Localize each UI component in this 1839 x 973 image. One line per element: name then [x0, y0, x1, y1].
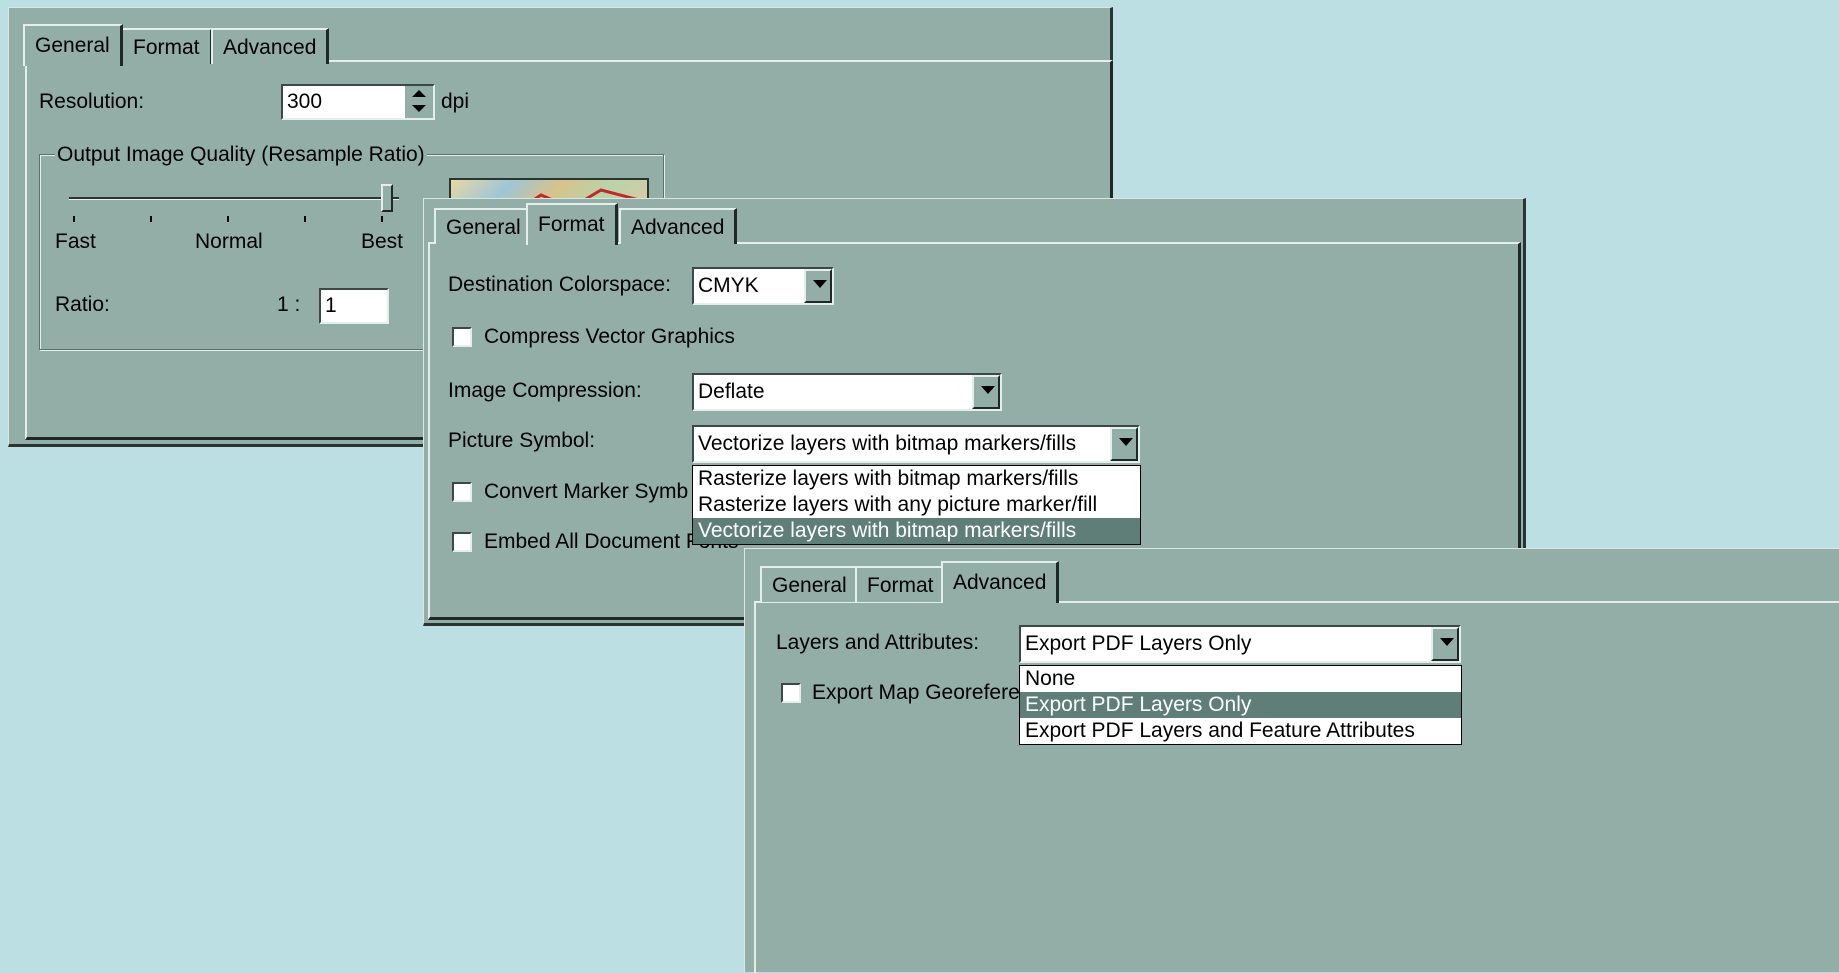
picture-symbol-value: Vectorize layers with bitmap markers/fil…: [698, 432, 1077, 455]
tab-advanced[interactable]: Advanced: [211, 28, 330, 64]
colorspace-label: Destination Colorspace:: [448, 273, 671, 296]
colorspace-select[interactable]: CMYK: [692, 267, 834, 305]
layers-attributes-label: Layers and Attributes:: [776, 631, 980, 654]
slider-tick: [227, 216, 229, 222]
image-compression-value: Deflate: [698, 380, 765, 403]
slider-label-best: Best: [361, 230, 404, 253]
resolution-spinner[interactable]: [405, 86, 433, 118]
picture-symbol-select[interactable]: Vectorize layers with bitmap markers/fil…: [692, 425, 1140, 463]
picture-symbol-dropdown-list: Rasterize layers with bitmap markers/fil…: [692, 465, 1141, 545]
slider-tick: [73, 216, 75, 222]
picture-symbol-dropdown-icon[interactable]: [1110, 427, 1138, 461]
slider-label-fast: Fast: [55, 230, 96, 253]
compress-vector-label: Compress Vector Graphics: [484, 325, 735, 348]
tab-advanced[interactable]: Advanced: [619, 208, 738, 244]
ratio-value: 1: [325, 294, 337, 317]
ratio-input[interactable]: 1: [319, 288, 389, 324]
quality-slider-thumb[interactable]: [381, 184, 393, 212]
tab-general[interactable]: General: [23, 24, 123, 66]
ratio-prefix: 1 :: [277, 293, 301, 316]
picture-symbol-option[interactable]: Vectorize layers with bitmap markers/fil…: [693, 518, 1140, 544]
layers-attributes-option[interactable]: None: [1020, 666, 1461, 692]
layers-attributes-option[interactable]: Export PDF Layers Only: [1020, 692, 1461, 718]
slider-label-normal: Normal: [195, 230, 263, 253]
embed-fonts-checkbox[interactable]: [452, 532, 472, 552]
compress-vector-checkbox[interactable]: [452, 327, 472, 347]
spin-down-icon[interactable]: [412, 105, 426, 112]
picture-symbol-option[interactable]: Rasterize layers with bitmap markers/fil…: [693, 466, 1140, 492]
tab-format[interactable]: Format: [855, 566, 947, 602]
resolution-input[interactable]: 300: [281, 84, 435, 120]
colorspace-dropdown-icon[interactable]: [804, 269, 832, 303]
advanced-dialog-panel: General Format Advanced Layers and Attri…: [744, 548, 1839, 973]
tab-advanced[interactable]: Advanced: [941, 561, 1060, 603]
tab-format[interactable]: Format: [526, 203, 618, 245]
slider-tick: [304, 216, 306, 222]
tab-format[interactable]: Format: [121, 28, 213, 64]
export-georef-label: Export Map Georefere: [812, 681, 1020, 704]
resolution-value: 300: [287, 90, 323, 113]
convert-marker-checkbox[interactable]: [452, 482, 472, 502]
export-georef-checkbox[interactable]: [781, 683, 801, 703]
resolution-unit: dpi: [441, 90, 470, 113]
ratio-label: Ratio:: [55, 293, 110, 316]
picture-symbol-option[interactable]: Rasterize layers with any picture marker…: [693, 492, 1140, 518]
resolution-label: Resolution:: [39, 90, 145, 113]
image-compression-label: Image Compression:: [448, 379, 642, 402]
image-compression-dropdown-icon[interactable]: [972, 375, 1000, 409]
colorspace-value: CMYK: [698, 274, 759, 297]
layers-attributes-value: Export PDF Layers Only: [1025, 632, 1252, 655]
layers-attributes-dropdown-list: None Export PDF Layers Only Export PDF L…: [1019, 665, 1462, 745]
layers-attributes-dropdown-icon[interactable]: [1431, 627, 1459, 661]
picture-symbol-label: Picture Symbol:: [448, 429, 596, 452]
quality-slider-track[interactable]: [69, 197, 399, 200]
image-compression-select[interactable]: Deflate: [692, 373, 1002, 411]
convert-marker-label: Convert Marker Symb: [484, 480, 689, 503]
tab-general[interactable]: General: [760, 566, 860, 602]
slider-tick: [150, 216, 152, 222]
slider-tick: [381, 216, 383, 222]
quality-group-title: Output Image Quality (Resample Ratio): [55, 143, 427, 167]
layers-attributes-select[interactable]: Export PDF Layers Only: [1019, 625, 1461, 663]
layers-attributes-option[interactable]: Export PDF Layers and Feature Attributes: [1020, 718, 1461, 744]
spin-up-icon[interactable]: [412, 90, 426, 97]
tab-general[interactable]: General: [434, 208, 534, 244]
